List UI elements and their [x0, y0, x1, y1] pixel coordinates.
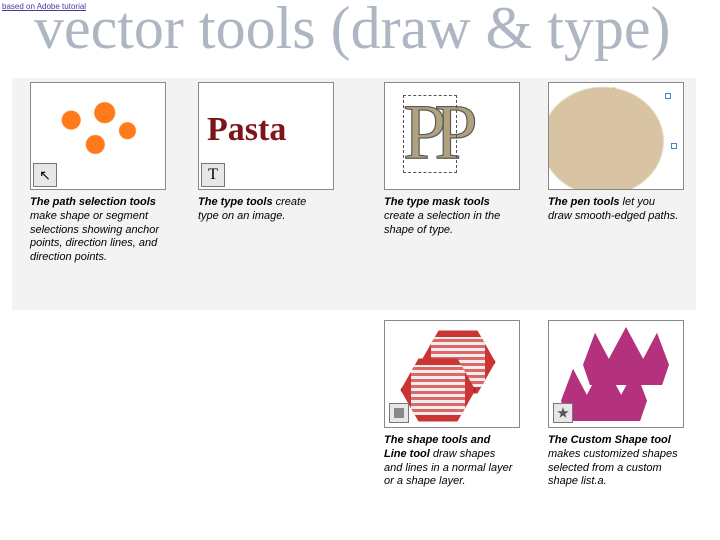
- rectangle-tool-icon: [389, 403, 409, 423]
- caption-type-tools: The type tools create type on an image.: [198, 196, 330, 224]
- caption-type-mask: The type mask tools create a selection i…: [384, 196, 516, 237]
- anchor-point-icon: [559, 133, 565, 139]
- thumb-type-tools: Pasta T: [198, 82, 334, 190]
- thumb-type-mask: PP: [384, 82, 520, 190]
- crown-shape-icon: [583, 327, 669, 385]
- page-title: vector tools (draw & type): [34, 0, 670, 63]
- mug-handle: [585, 103, 637, 167]
- custom-shape-tool-icon: [553, 403, 573, 423]
- anchor-point-icon: [671, 143, 677, 149]
- item-shape-tools: The shape tools and Line tool draw shape…: [384, 320, 534, 489]
- anchor-point-icon: [585, 101, 591, 107]
- caption-path-selection: The path selection tools make shape or s…: [30, 196, 162, 265]
- item-custom-shape: The Custom Shape tool makes customized s…: [548, 320, 698, 489]
- mask-marquee: [403, 95, 457, 173]
- item-path-selection: ↖ The path selection tools make shape or…: [30, 82, 180, 265]
- caption-custom-shape: The Custom Shape tool makes customized s…: [548, 434, 680, 489]
- item-type-tools: Pasta T The type tools create type on an…: [198, 82, 348, 224]
- item-type-mask: PP The type mask tools create a selectio…: [384, 82, 534, 237]
- thumb-shape-tools: [384, 320, 520, 428]
- pasta-label: Pasta: [207, 111, 286, 149]
- caption-pen-tools: The pen tools let you draw smooth-edged …: [548, 196, 680, 224]
- crown-shape-icon: [561, 363, 647, 421]
- thumb-path-selection: ↖: [30, 82, 166, 190]
- thumb-pen-tools: [548, 82, 684, 190]
- item-pen-tools: The pen tools let you draw smooth-edged …: [548, 82, 698, 224]
- thumb-custom-shape: [548, 320, 684, 428]
- pen-nib-icon: [609, 87, 619, 101]
- arrow-tool-icon: ↖: [33, 163, 57, 187]
- anchor-point-icon: [665, 93, 671, 99]
- caption-shape-tools: The shape tools and Line tool draw shape…: [384, 434, 516, 489]
- type-tool-icon: T: [201, 163, 225, 187]
